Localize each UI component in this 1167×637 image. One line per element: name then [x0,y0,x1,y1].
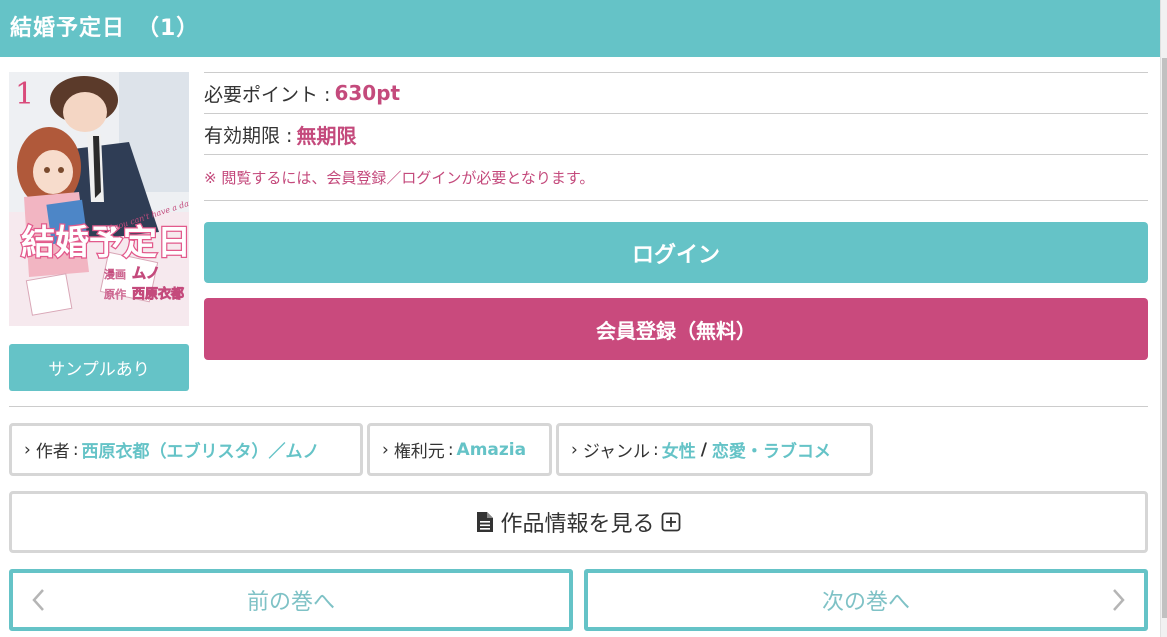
author-tag-colon: : [72,439,79,460]
genre-tag-colon: : [652,439,659,460]
book-cover[interactable]: 1 結婚予定日 If you can't have a dance, 漫画 ムノ… [9,72,189,326]
next-volume-button[interactable]: 次の巻へ [584,569,1148,631]
register-button[interactable]: 会員登録（無料） [204,298,1148,360]
author-link[interactable]: 西原衣都（エブリスタ）／ムノ [82,437,320,462]
genre-link-women[interactable]: 女性 [662,437,696,462]
genre-link-romcom[interactable]: 恋愛・ラブコメ [712,437,831,462]
plus-square-icon [661,512,680,532]
genre-tag-label: ジャンル [582,442,650,462]
cover-artist-name: ムノ [132,266,160,282]
genre-tag[interactable]: › ジャンル : 女性 / 恋愛・ラブコメ [556,423,873,476]
purchase-info: 必要ポイント : 630pt 有効期限 : 無期限 ※ 閲覧するには、会員登録／… [204,72,1148,201]
genre-separator: / [700,439,707,460]
expiry-row: 有効期限 : 無期限 [204,113,1148,154]
work-info-button[interactable]: 作品情報を見る [9,491,1148,553]
rights-tag-label: 権利元 [393,442,445,462]
chevron-right-icon [1113,589,1125,611]
divider [9,406,1148,407]
page-title: 結婚予定日 （1） [0,0,1160,57]
login-button[interactable]: ログイン [204,222,1148,283]
cover-illustration: 1 結婚予定日 If you can't have a dance, 漫画 ムノ… [9,72,189,326]
expiry-label: 有効期限 : [204,124,293,147]
chevron-right-icon: › [382,439,389,460]
chevron-left-icon [32,589,44,611]
prev-volume-button[interactable]: 前の巻へ [9,569,573,631]
rights-tag-colon: : [447,439,454,460]
expiry-value: 無期限 [296,123,357,148]
cover-artist-label: 漫画 [104,267,126,281]
sample-button[interactable]: サンプルあり [9,344,189,391]
author-tag-label: 作者 [35,442,70,462]
points-label: 必要ポイント : [204,83,331,106]
chevron-right-icon: › [571,439,578,460]
work-info-label: 作品情報を見る [500,512,655,537]
next-volume-label: 次の巻へ [821,590,910,615]
chevron-right-icon: › [24,439,31,460]
cover-author-name: 西原衣都 [132,286,184,302]
cover-volume-number: 1 [15,77,34,112]
scrollbar[interactable] [1160,0,1167,637]
document-icon [477,512,494,532]
rights-link[interactable]: Amazia [457,440,527,460]
prev-volume-label: 前の巻へ [246,590,335,615]
author-tag[interactable]: › 作者 : 西原衣都（エブリスタ）／ムノ [9,423,363,476]
cover-author-label: 原作 [104,288,126,301]
login-notice: ※ 閲覧するには、会員登録／ログインが必要となります。 [204,154,1148,201]
scrollbar-thumb[interactable] [1162,58,1167,618]
points-row: 必要ポイント : 630pt [204,72,1148,113]
rights-tag[interactable]: › 権利元 : Amazia [367,423,552,476]
points-value: 630pt [334,81,401,105]
